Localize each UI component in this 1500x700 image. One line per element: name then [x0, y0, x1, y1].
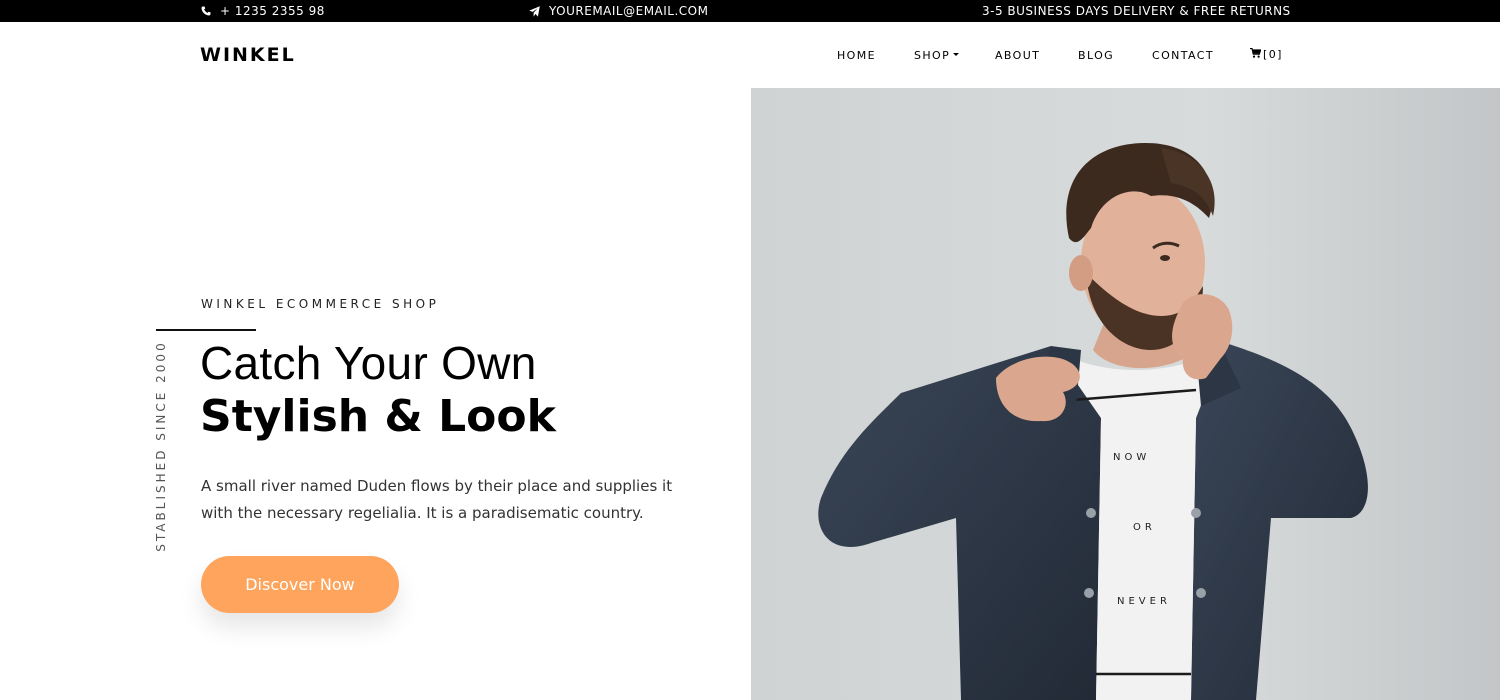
topbar-email[interactable]: YOUREMAIL@EMAIL.COM [529, 0, 708, 22]
caret-down-icon [953, 52, 960, 56]
cart-count: [0] [1263, 48, 1283, 61]
nav-blog[interactable]: BLOG [1078, 49, 1114, 62]
nav-shop-label: SHOP [914, 49, 951, 62]
hero-divider-line [156, 329, 256, 331]
nav-home[interactable]: HOME [837, 49, 876, 62]
discover-now-button[interactable]: Discover Now [201, 556, 399, 613]
brand-logo[interactable]: WINKEL [200, 44, 296, 66]
shirt-text-or: OR [1133, 522, 1156, 533]
hero-model-image: NOW OR NEVER [751, 88, 1500, 700]
topbar-phone[interactable]: + 1235 2355 98 [201, 0, 325, 22]
shirt-text-now: NOW [1113, 452, 1150, 463]
cart-icon [1250, 47, 1262, 61]
hero-title-line-1: Catch Your Own [200, 337, 537, 389]
email-address: YOUREMAIL@EMAIL.COM [549, 4, 709, 18]
top-bar: + 1235 2355 98 YOUREMAIL@EMAIL.COM 3-5 B… [0, 0, 1500, 22]
nav-cart[interactable]: [0] [1250, 47, 1283, 61]
hero-subheading: WINKEL ECOMMERCE SHOP [201, 297, 440, 311]
topbar-delivery: 3-5 BUSINESS DAYS DELIVERY & FREE RETURN… [982, 0, 1291, 22]
nav-about[interactable]: ABOUT [995, 49, 1040, 62]
nav-shop[interactable]: SHOP [914, 49, 960, 62]
established-vertical-text: STABLISHED SINCE 2000 [154, 340, 168, 552]
paper-plane-icon [529, 5, 540, 17]
nav-contact[interactable]: CONTACT [1152, 49, 1214, 62]
phone-number: + 1235 2355 98 [220, 4, 325, 18]
delivery-text: 3-5 BUSINESS DAYS DELIVERY & FREE RETURN… [982, 4, 1291, 18]
hero-description: A small river named Duden flows by their… [201, 477, 673, 522]
hero-title-line-2: Stylish & Look [200, 391, 556, 442]
phone-icon [201, 6, 211, 16]
shirt-text-never: NEVER [1117, 596, 1171, 607]
